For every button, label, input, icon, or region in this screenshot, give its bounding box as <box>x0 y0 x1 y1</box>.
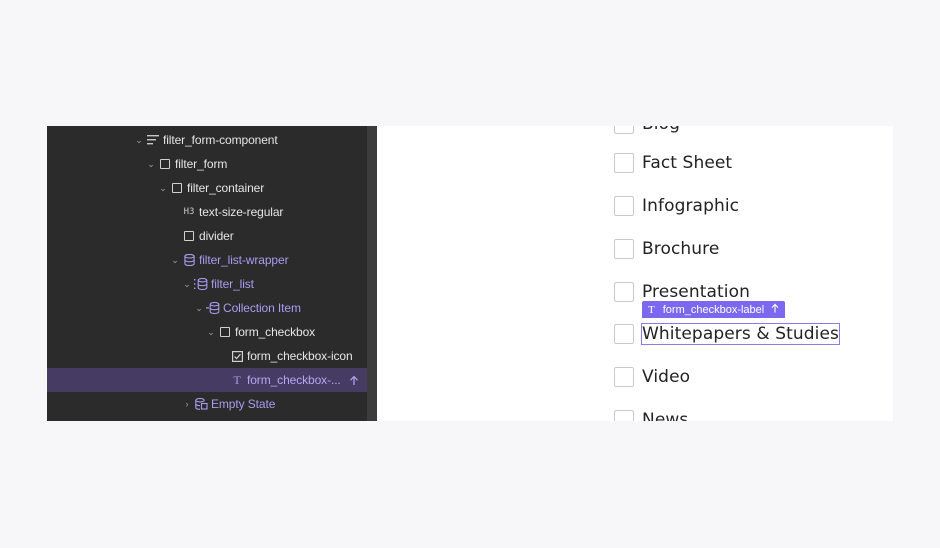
checkbox-label: Video <box>642 367 691 387</box>
checkbox-item[interactable]: Infographic <box>614 194 739 218</box>
tree-item-label: Collection Item <box>223 301 301 315</box>
tree-item-form-checkbox[interactable]: ⌄ form_checkbox <box>47 320 367 344</box>
checkbox-label: Presentation <box>642 282 750 302</box>
checkbox-item[interactable]: Whitepapers & Studies <box>614 322 840 346</box>
select-parent-icon[interactable] <box>349 368 359 392</box>
tree-item-label: form_checkbox-icon <box>247 349 353 363</box>
text-t-icon: T <box>648 303 655 316</box>
tree-item-label: form_checkbox-... <box>247 373 341 387</box>
tree-item-collection-item[interactable]: ⌄ Collection Item <box>47 296 367 320</box>
checkbox-item[interactable]: Video <box>614 365 690 389</box>
tree-item-form-checkbox-icon[interactable]: form_checkbox-icon <box>47 344 367 368</box>
checkbox[interactable] <box>614 196 634 216</box>
checkbox-label: Blog <box>642 126 680 134</box>
tree-item-label: filter_list <box>211 277 254 291</box>
tree-item-form-checkbox-label[interactable]: T form_checkbox-... <box>47 368 367 392</box>
tree-item-filter-form-component[interactable]: ⌄ filter_form-component <box>47 128 367 152</box>
checkbox[interactable] <box>614 410 634 421</box>
checkbox-label[interactable]: Whitepapers & Studies <box>641 323 840 345</box>
checkbox[interactable] <box>614 126 634 134</box>
tree-item-label: filter_list-wrapper <box>199 253 289 267</box>
box-icon <box>169 176 185 200</box>
scrollbar-thumb[interactable] <box>367 126 377 421</box>
checkbox-item[interactable]: Brochure <box>614 237 719 261</box>
box-icon <box>181 224 197 248</box>
canvas-preview: Blog Fact Sheet Infographic Brochure Pre… <box>377 126 893 421</box>
chevron-down-icon[interactable]: ⌄ <box>205 320 217 344</box>
tree-item-label: form_checkbox <box>235 325 316 339</box>
text-t-icon: T <box>233 372 241 387</box>
tree-item-filter-list[interactable]: ⌄ filter_list <box>47 272 367 296</box>
tree-item-filter-container[interactable]: ⌄ filter_container <box>47 176 367 200</box>
element-tag-label: form_checkbox-label <box>662 303 765 316</box>
database-icon <box>181 248 197 272</box>
chevron-down-icon[interactable]: ⌄ <box>169 248 181 272</box>
heading-h3-icon: H3 <box>183 207 195 217</box>
tree-item-filter-form[interactable]: ⌄ filter_form <box>47 152 367 176</box>
tree-item-label: divider <box>199 229 234 243</box>
chevron-down-icon[interactable]: ⌄ <box>193 296 205 320</box>
checkbox[interactable] <box>614 282 634 302</box>
checkbox-item[interactable]: Fact Sheet <box>614 151 732 175</box>
box-icon <box>217 320 233 344</box>
checkbox[interactable] <box>614 324 634 344</box>
chevron-down-icon[interactable]: ⌄ <box>133 128 145 152</box>
tree-item-text-size-regular[interactable]: H3 text-size-regular <box>47 200 367 224</box>
checkbox-label: Fact Sheet <box>642 153 733 173</box>
checkbox[interactable] <box>614 239 634 259</box>
component-lines-icon <box>145 128 161 152</box>
collection-list-icon <box>193 272 209 296</box>
chevron-down-icon[interactable]: ⌄ <box>145 152 157 176</box>
chevron-down-icon[interactable]: ⌄ <box>157 176 169 200</box>
checkbox[interactable] <box>614 367 634 387</box>
tree-item-label: Empty State <box>211 397 276 411</box>
collection-item-icon <box>205 296 221 320</box>
checkbox-label: News <box>642 410 689 421</box>
checkbox[interactable] <box>614 153 634 173</box>
tree-item-label: filter_form-component <box>163 133 278 147</box>
select-parent-icon[interactable] <box>771 303 779 316</box>
tree-item-divider[interactable]: divider <box>47 224 367 248</box>
tree-item-label: filter_container <box>187 181 265 195</box>
tree-item-label: text-size-regular <box>199 205 284 219</box>
checkbox-item[interactable]: News <box>614 408 688 421</box>
selected-element-tag[interactable]: T form_checkbox-label <box>642 301 786 318</box>
box-icon <box>157 152 173 176</box>
chevron-down-icon[interactable]: ⌄ <box>181 272 193 296</box>
tree-item-filter-list-wrapper[interactable]: ⌄ filter_list-wrapper <box>47 248 367 272</box>
checkbox-checked-icon <box>229 344 245 368</box>
navigator-scrollbar[interactable] <box>367 126 377 421</box>
tree-item-label: filter_form <box>175 157 228 171</box>
navigator-panel: ⌄ filter_form-component ⌄ filter_form ⌄ … <box>47 126 367 421</box>
tree-item-empty-state[interactable]: › Empty State <box>47 392 367 416</box>
designer-frame: ⌄ filter_form-component ⌄ filter_form ⌄ … <box>47 126 893 421</box>
chevron-right-icon[interactable]: › <box>181 392 193 416</box>
checkbox-item[interactable]: Blog <box>614 126 680 136</box>
checkbox-label: Brochure <box>642 239 720 259</box>
checkbox-label: Infographic <box>642 196 740 216</box>
empty-state-icon <box>193 392 209 416</box>
